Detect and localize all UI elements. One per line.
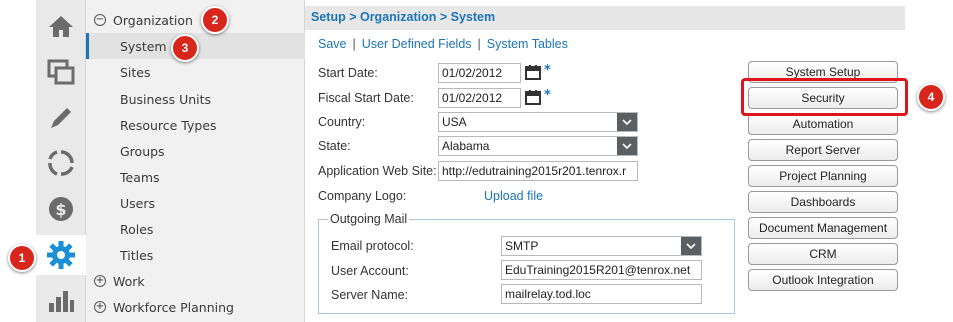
application-web-site-label: Application Web Site:: [318, 164, 437, 178]
automation-button[interactable]: Automation: [748, 113, 898, 135]
report-server-button[interactable]: Report Server: [748, 139, 898, 161]
tree-item-users[interactable]: Users: [86, 190, 305, 216]
tree-item-teams[interactable]: Teams: [86, 164, 305, 190]
tree-item-business-units[interactable]: Business Units: [86, 86, 305, 112]
tree-item-label: System: [120, 38, 167, 54]
state-label: State:: [318, 139, 351, 153]
callout-badge: 4: [917, 83, 945, 111]
tree-item-roles[interactable]: Roles: [86, 216, 305, 242]
expand-icon[interactable]: +: [94, 275, 106, 287]
email-protocol-value: SMTP: [505, 239, 539, 253]
user-account-field[interactable]: EduTraining2015R201@tenrox.net: [501, 260, 702, 280]
tree-item-label: Teams: [120, 169, 160, 185]
breadcrumb: Setup > Organization > System: [311, 10, 496, 24]
chevron-down-icon[interactable]: [681, 237, 701, 255]
callout-badge: 2: [201, 6, 229, 34]
user-account-label: User Account:: [331, 264, 409, 278]
tree-item-label: Roles: [120, 221, 154, 237]
email-protocol-label: Email protocol:: [331, 239, 414, 253]
bar-chart-icon[interactable]: [36, 280, 86, 320]
tree-workforce-planning[interactable]: + Workforce Planning: [86, 294, 305, 320]
calendar-icon[interactable]: [525, 64, 541, 80]
collapse-icon[interactable]: −: [94, 14, 106, 26]
link-separator: |: [352, 37, 356, 51]
chevron-down-icon[interactable]: [617, 113, 637, 131]
svg-text:$: $: [55, 200, 66, 219]
tree-item-resource-types[interactable]: Resource Types: [86, 112, 305, 138]
fiscal-start-date-label: Fiscal Start Date:: [318, 91, 414, 105]
tree-item-label: Sites: [120, 64, 151, 80]
cycle-icon[interactable]: [36, 143, 86, 183]
dashboards-button[interactable]: Dashboards: [748, 191, 898, 213]
windows-icon[interactable]: [36, 52, 86, 92]
tree-work-label: Work: [113, 273, 145, 289]
link-separator: |: [477, 37, 481, 51]
tree-work[interactable]: + Work: [86, 268, 305, 294]
country-label: Country:: [318, 115, 366, 129]
outlook-integration-button[interactable]: Outlook Integration: [748, 269, 898, 291]
tree-item-groups[interactable]: Groups: [86, 138, 305, 164]
expand-icon[interactable]: +: [94, 301, 106, 313]
upload-file-link[interactable]: Upload file: [484, 189, 543, 203]
tree-item-label: Users: [120, 195, 156, 211]
user-defined-fields-link[interactable]: User Defined Fields: [362, 37, 472, 51]
chevron-down-icon[interactable]: [617, 137, 637, 155]
required-marker: *: [544, 88, 551, 103]
start-date-field[interactable]: 01/02/2012: [438, 63, 521, 83]
security-highlight: [741, 78, 908, 116]
fiscal-start-date-field[interactable]: 01/02/2012: [438, 88, 521, 108]
page-header: Setup > Organization > System: [305, 6, 905, 30]
tree-organization[interactable]: − Organization: [86, 7, 305, 33]
tree-item-label: Resource Types: [120, 117, 217, 133]
calendar-icon[interactable]: [525, 89, 541, 105]
home-icon[interactable]: [36, 6, 86, 46]
start-date-label: Start Date:: [318, 66, 378, 80]
server-name-field[interactable]: mailrelay.tod.loc: [501, 284, 702, 304]
document-management-button[interactable]: Document Management: [748, 217, 898, 239]
icon-rail: $: [36, 0, 86, 322]
dollar-icon[interactable]: $: [36, 189, 86, 229]
callout-badge: 1: [8, 244, 36, 272]
server-name-label: Server Name:: [331, 288, 409, 302]
callout-badge: 3: [171, 34, 199, 62]
tree-item-titles[interactable]: Titles: [86, 242, 305, 268]
system-tables-link[interactable]: System Tables: [487, 37, 568, 51]
country-value: USA: [442, 115, 467, 129]
project-planning-button[interactable]: Project Planning: [748, 165, 898, 187]
tree-organization-label: Organization: [113, 12, 193, 28]
gear-icon[interactable]: [36, 235, 86, 275]
tree-item-sites[interactable]: Sites: [86, 59, 305, 85]
country-select[interactable]: USA: [438, 112, 638, 132]
application-web-site-field[interactable]: http://edutraining2015r201.tenrox.r: [438, 161, 638, 181]
state-value: Alabama: [442, 139, 490, 153]
action-links: Save | User Defined Fields | System Tables: [318, 37, 568, 51]
state-select[interactable]: Alabama: [438, 136, 638, 156]
email-protocol-select[interactable]: SMTP: [501, 236, 702, 256]
required-marker: *: [544, 63, 551, 78]
tree-item-label: Groups: [120, 143, 165, 159]
tree-item-label: Business Units: [120, 91, 212, 107]
pencil-icon[interactable]: [36, 98, 86, 138]
tree-item-label: Titles: [120, 247, 154, 263]
company-logo-label: Company Logo:: [318, 189, 407, 203]
tree-workforce-label: Workforce Planning: [113, 299, 234, 315]
crm-button[interactable]: CRM: [748, 243, 898, 265]
save-link[interactable]: Save: [318, 37, 347, 51]
outgoing-mail-legend: Outgoing Mail: [328, 212, 410, 226]
